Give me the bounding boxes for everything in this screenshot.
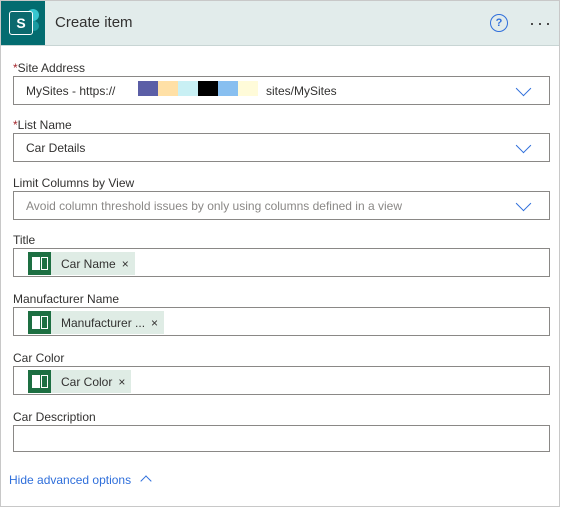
sharepoint-icon: S xyxy=(1,1,45,45)
site-address-value-prefix: MySites - https:// xyxy=(26,84,116,98)
action-title[interactable]: Create item xyxy=(55,14,133,31)
redacted-block xyxy=(238,81,258,96)
list-name-value: Car Details xyxy=(26,141,86,155)
chevron-up-icon[interactable] xyxy=(140,475,152,487)
more-options-icon[interactable]: ··· xyxy=(529,13,553,34)
close-icon[interactable]: × xyxy=(118,375,125,389)
excel-icon xyxy=(28,311,51,334)
car-description-label: Car Description xyxy=(13,410,96,424)
chevron-down-icon[interactable] xyxy=(515,195,532,212)
help-icon[interactable]: ? xyxy=(490,14,508,32)
create-item-card: S Create item ? ··· *Site Address MySite… xyxy=(0,0,560,507)
site-address-dropdown[interactable]: MySites - https:// sites/MySites xyxy=(13,76,550,105)
list-name-label: *List Name xyxy=(13,118,72,132)
redacted-block xyxy=(198,81,218,96)
token-label: Car Color xyxy=(61,374,113,389)
token-label: Car Name xyxy=(61,256,116,271)
list-name-label-text: List Name xyxy=(17,118,72,132)
manufacturer-name-field[interactable]: Manufacturer ... × xyxy=(13,307,550,336)
manufacturer-name-label: Manufacturer Name xyxy=(13,292,120,306)
car-color-label: Car Color xyxy=(13,351,65,365)
list-name-dropdown[interactable]: Car Details xyxy=(13,133,550,162)
card-header[interactable]: S Create item ? ··· xyxy=(1,1,559,46)
limit-columns-dropdown[interactable]: Avoid column threshold issues by only us… xyxy=(13,191,550,220)
title-field[interactable]: Car Name × xyxy=(13,248,550,277)
close-icon[interactable]: × xyxy=(151,316,158,330)
title-label: Title xyxy=(13,233,36,247)
redacted-block xyxy=(158,81,178,96)
excel-icon xyxy=(28,252,51,275)
hide-advanced-options-link[interactable]: Hide advanced options xyxy=(9,473,131,487)
close-icon[interactable]: × xyxy=(122,257,129,271)
car-description-field[interactable] xyxy=(13,425,550,452)
chevron-down-icon[interactable] xyxy=(515,137,532,154)
dynamic-content-token[interactable]: Car Name × xyxy=(28,252,135,275)
site-address-label: *Site Address xyxy=(13,61,85,75)
dynamic-content-token[interactable]: Manufacturer ... × xyxy=(28,311,165,334)
sharepoint-icon-letter: S xyxy=(9,11,33,35)
chevron-down-icon[interactable] xyxy=(515,80,532,97)
car-color-field[interactable]: Car Color × xyxy=(13,366,550,395)
limit-columns-label: Limit Columns by View xyxy=(13,176,135,190)
redacted-block xyxy=(138,81,158,96)
excel-icon xyxy=(28,370,51,393)
token-label: Manufacturer ... xyxy=(61,315,146,330)
site-address-label-text: Site Address xyxy=(17,61,86,75)
redacted-block xyxy=(218,81,238,96)
redacted-block xyxy=(178,81,198,96)
limit-columns-placeholder: Avoid column threshold issues by only us… xyxy=(26,199,402,213)
dynamic-content-token[interactable]: Car Color × xyxy=(28,370,132,393)
site-address-value-suffix: sites/MySites xyxy=(266,84,337,98)
